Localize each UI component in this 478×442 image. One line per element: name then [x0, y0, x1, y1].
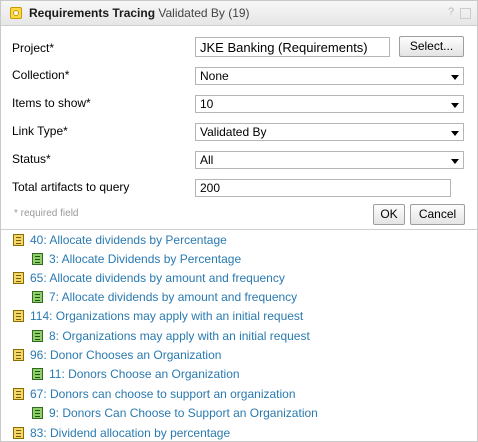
results-list: 40: Allocate dividends by Percentage 3: …: [1, 230, 477, 441]
cancel-button[interactable]: Cancel: [410, 204, 465, 225]
list-item-link[interactable]: 67: Donors can choose to support an orga…: [30, 387, 296, 401]
ok-button[interactable]: OK: [373, 204, 405, 225]
items-to-show-value: 10: [200, 97, 214, 111]
requirement-icon: [13, 349, 24, 361]
list-item-link[interactable]: 3: Allocate Dividends by Percentage: [49, 252, 241, 266]
test-case-icon: [32, 291, 43, 303]
total-artifacts-field[interactable]: 200: [195, 179, 451, 197]
select-project-button[interactable]: Select...: [399, 36, 464, 57]
project-label: Project*: [12, 41, 55, 55]
requirement-icon: [13, 388, 24, 400]
requirement-icon: [13, 234, 24, 246]
requirement-icon: [13, 310, 24, 322]
widget-title-bar: Requirements Tracing Validated By (19) ?: [1, 1, 477, 26]
list-item-link[interactable]: 8: Organizations may apply with an initi…: [49, 329, 310, 343]
collection-select[interactable]: None: [195, 67, 464, 85]
list-item-link[interactable]: 65: Allocate dividends by amount and fre…: [30, 271, 285, 285]
list-item-link[interactable]: 40: Allocate dividends by Percentage: [30, 233, 227, 247]
list-item-link[interactable]: 11: Donors Choose an Organization: [49, 367, 240, 381]
list-item-link[interactable]: 96: Donor Chooses an Organization: [30, 348, 221, 362]
total-artifacts-label: Total artifacts to query: [12, 180, 130, 194]
test-case-icon: [32, 253, 43, 265]
link-type-label: Link Type*: [12, 124, 68, 138]
requirements-tracing-widget: Requirements Tracing Validated By (19) ?…: [0, 0, 478, 442]
list-item-link[interactable]: 9: Donors Can Choose to Support an Organ…: [49, 406, 318, 420]
chevron-down-icon: [451, 159, 459, 164]
collection-label: Collection*: [12, 68, 70, 82]
chevron-down-icon: [451, 103, 459, 108]
list-item-link[interactable]: 83: Dividend allocation by percentage: [30, 426, 230, 440]
test-case-icon: [32, 407, 43, 419]
help-icon[interactable]: ?: [445, 6, 457, 18]
status-value: All: [200, 153, 214, 167]
widget-settings-icon[interactable]: [10, 7, 22, 19]
link-type-value: Validated By: [200, 125, 267, 139]
link-type-select[interactable]: Validated By: [195, 123, 464, 141]
status-label: Status*: [12, 152, 51, 166]
status-select[interactable]: All: [195, 151, 464, 169]
test-case-icon: [32, 368, 43, 380]
chevron-down-icon: [451, 75, 459, 80]
requirement-icon: [13, 272, 24, 284]
list-item-link[interactable]: 7: Allocate dividends by amount and freq…: [49, 290, 297, 304]
widget-title: Requirements Tracing Validated By (19): [29, 6, 250, 20]
maximize-icon[interactable]: [460, 8, 471, 19]
requirement-icon: [13, 427, 24, 439]
collection-value: None: [200, 69, 229, 83]
widget-title-sub: Validated By (19): [158, 6, 250, 20]
items-to-show-select[interactable]: 10: [195, 95, 464, 113]
chevron-down-icon: [451, 131, 459, 136]
project-field[interactable]: JKE Banking (Requirements): [195, 37, 390, 57]
items-to-show-label: Items to show*: [12, 96, 91, 110]
test-case-icon: [32, 330, 43, 342]
widget-title-main: Requirements Tracing: [29, 6, 156, 20]
required-field-note: * required field: [14, 208, 79, 219]
list-item-link[interactable]: 114: Organizations may apply with an ini…: [30, 309, 303, 323]
